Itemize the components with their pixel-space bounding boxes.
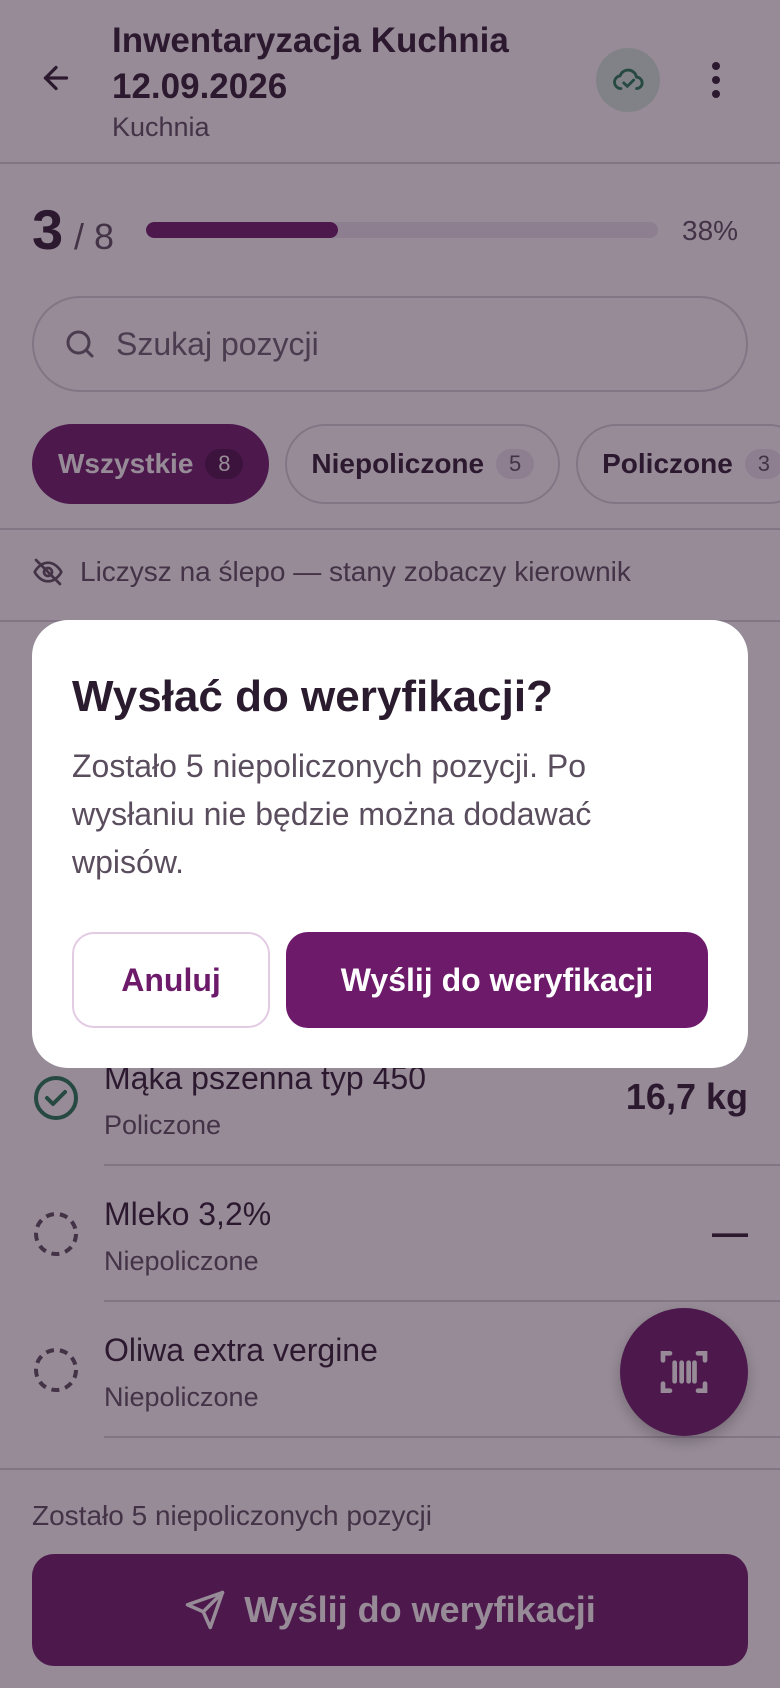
confirm-dialog: Wysłać do weryfikacji? Zostało 5 niepoli… [32, 620, 748, 1068]
cancel-button[interactable]: Anuluj [72, 932, 270, 1028]
dialog-body: Zostało 5 niepoliczonych pozycji. Po wys… [72, 748, 592, 880]
confirm-submit-button[interactable]: Wyślij do weryfikacji [286, 932, 708, 1028]
dialog-title: Wysłać do weryfikacji? [72, 672, 553, 721]
